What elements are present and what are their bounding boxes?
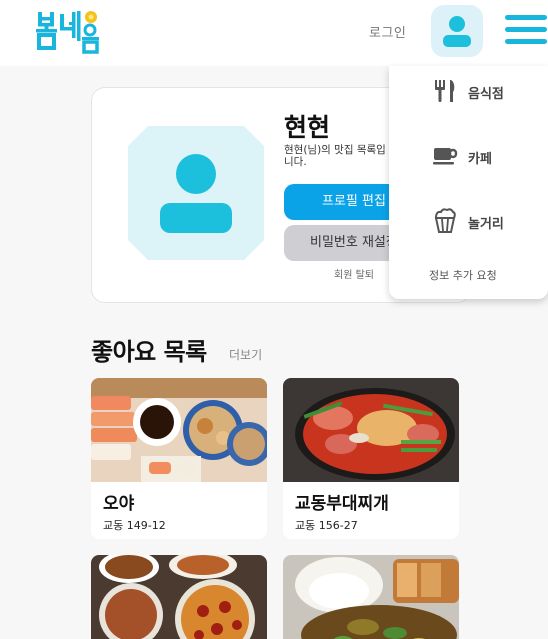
hamburger-line [505, 27, 547, 32]
food-photo [91, 378, 267, 482]
fork-knife-icon [435, 80, 455, 102]
menu-item-label: 놀거리 [468, 217, 504, 232]
restaurant-card[interactable] [91, 555, 267, 639]
withdraw-link[interactable]: 회원 탈퇴 [334, 266, 374, 281]
login-link[interactable]: 로그인 [369, 22, 406, 41]
restaurant-card[interactable]: 교동부대찌개 교동 156-27 [283, 378, 459, 539]
menu-item-activities[interactable]: 놀거리 [389, 198, 548, 242]
restaurant-card[interactable]: 오야 교동 149-12 [91, 378, 267, 539]
food-photo [283, 378, 459, 482]
likes-more-link[interactable]: 더보기 [229, 346, 262, 363]
restaurant-card[interactable] [283, 555, 459, 639]
nav-dropdown-menu: 음식점 카페 놀거리 정보 추가 요청 [389, 66, 548, 299]
menu-item-label: 카페 [468, 152, 492, 167]
restaurant-address: 교동 149-12 [103, 519, 166, 532]
profile-name: 현현 [284, 113, 331, 142]
profile-avatar [128, 126, 264, 260]
hamburger-menu-button[interactable] [505, 15, 547, 45]
profile-avatar-button[interactable] [431, 5, 483, 57]
menu-item-restaurant[interactable]: 음식점 [389, 68, 548, 112]
logo[interactable] [36, 8, 100, 54]
user-icon [443, 16, 471, 47]
restaurant-name: 오야 [103, 494, 135, 514]
menu-item-label: 음식점 [468, 87, 504, 102]
restaurant-name: 교동부대찌개 [295, 494, 389, 514]
profile-description: 현현(님)의 맛집 목록입니다. [284, 144, 386, 168]
menu-item-cafe[interactable]: 카페 [389, 133, 548, 177]
likes-section-title: 좋아요 목록 [91, 338, 207, 366]
food-photo [91, 555, 267, 639]
restaurant-address: 교동 156-27 [295, 519, 358, 532]
popcorn-icon [434, 208, 456, 233]
coffee-cup-icon [433, 148, 458, 165]
food-photo [283, 555, 459, 639]
logo-mark [36, 11, 99, 54]
user-icon [128, 126, 264, 260]
hamburger-line [505, 15, 547, 20]
hamburger-line [505, 39, 547, 44]
top-header: 로그인 [0, 0, 548, 66]
request-info-link[interactable]: 정보 추가 요청 [429, 267, 497, 283]
